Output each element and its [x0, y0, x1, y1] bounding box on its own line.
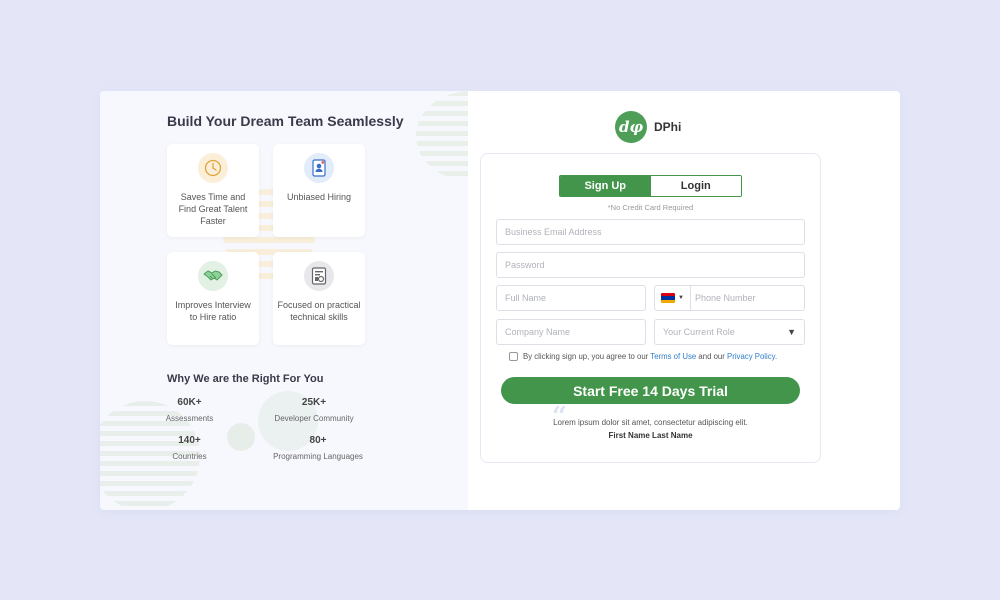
handshake-icon	[198, 261, 228, 291]
flag-icon	[661, 293, 676, 303]
why-us-title: Why We are the Right For You	[167, 373, 324, 385]
company-field[interactable]	[496, 319, 646, 345]
terms-agreement: By clicking sign up, you agree to our Te…	[509, 352, 777, 361]
role-placeholder: Your Current Role	[663, 327, 735, 337]
feature-label: Saves Time and Find Great Talent Faster	[178, 192, 248, 226]
signup-card: Build Your Dream Team Seamlessly Saves T…	[100, 91, 900, 510]
auth-tabs: Sign Up Login	[559, 175, 742, 197]
email-field[interactable]	[496, 219, 805, 245]
terms-text-middle: and our	[698, 352, 725, 361]
fullname-field[interactable]	[496, 285, 646, 311]
decorative-circle	[227, 423, 255, 451]
chevron-down-icon: ▼	[678, 295, 684, 301]
stat-label: Programming Languages	[273, 452, 363, 461]
feature-label: Unbiased Hiring	[286, 192, 352, 202]
feature-label: Focused on practical technical skills	[277, 300, 361, 322]
start-trial-button[interactable]: Start Free 14 Days Trial	[501, 377, 800, 404]
stat-label: Developer Community	[274, 414, 354, 423]
fullname-input[interactable]	[505, 286, 645, 310]
brand-name: DPhi	[654, 120, 682, 134]
feature-card: Unbiased Hiring	[273, 144, 365, 237]
skills-screen-icon	[304, 261, 334, 291]
brand-logo[interactable]: dφ DPhi	[615, 111, 681, 143]
benefits-title: Build Your Dream Team Seamlessly	[167, 113, 404, 129]
password-field[interactable]	[496, 252, 805, 278]
stat-item: 25K+ Developer Community	[270, 397, 358, 424]
stat-value: 60K+	[177, 397, 202, 408]
country-code-select[interactable]: ▼	[655, 286, 691, 310]
phone-input[interactable]	[695, 286, 804, 310]
stat-value: 140+	[178, 435, 201, 446]
profile-card-icon	[304, 153, 334, 183]
stat-item: 140+ Countries	[162, 435, 217, 462]
tab-login[interactable]: Login	[650, 176, 741, 196]
caret-down-icon: ▼	[787, 327, 796, 337]
password-input[interactable]	[505, 253, 804, 277]
feature-card: Improves Interview to Hire ratio	[167, 252, 259, 345]
clock-icon	[198, 153, 228, 183]
stat-item: 60K+ Assessments	[162, 397, 217, 424]
feature-label: Improves Interview to Hire ratio	[175, 300, 251, 322]
testimonial-text: Lorem ipsum dolor sit amet, consectetur …	[553, 418, 748, 427]
stat-value: 80+	[309, 435, 327, 446]
terms-checkbox[interactable]	[509, 352, 518, 361]
feature-card: Focused on practical technical skills	[273, 252, 365, 345]
privacy-policy-link[interactable]: Privacy Policy	[727, 352, 775, 361]
stat-item: 80+ Programming Languages	[270, 435, 366, 462]
email-input[interactable]	[505, 220, 804, 244]
no-credit-card-note: *No Credit Card Required	[607, 203, 694, 212]
decorative-stripes	[416, 91, 468, 181]
terms-suffix: .	[774, 352, 778, 361]
signup-form: Sign Up Login *No Credit Card Required ▼	[480, 153, 821, 463]
logo-mark: dφ	[615, 111, 647, 143]
feature-card: Saves Time and Find Great Talent Faster	[167, 144, 259, 237]
benefits-panel: Build Your Dream Team Seamlessly Saves T…	[100, 91, 468, 510]
terms-text: By clicking sign up, you agree to our	[523, 352, 649, 361]
role-select[interactable]: Your Current Role ▼	[654, 319, 805, 345]
stat-value: 25K+	[301, 397, 327, 408]
testimonial-author: First Name Last Name	[608, 431, 693, 440]
terms-of-use-link[interactable]: Terms of Use	[650, 352, 696, 361]
stat-label: Assessments	[165, 414, 214, 423]
tab-sign-up[interactable]: Sign Up	[560, 176, 651, 196]
phone-field[interactable]: ▼	[654, 285, 805, 311]
company-input[interactable]	[505, 320, 645, 344]
stat-label: Countries	[172, 452, 207, 461]
